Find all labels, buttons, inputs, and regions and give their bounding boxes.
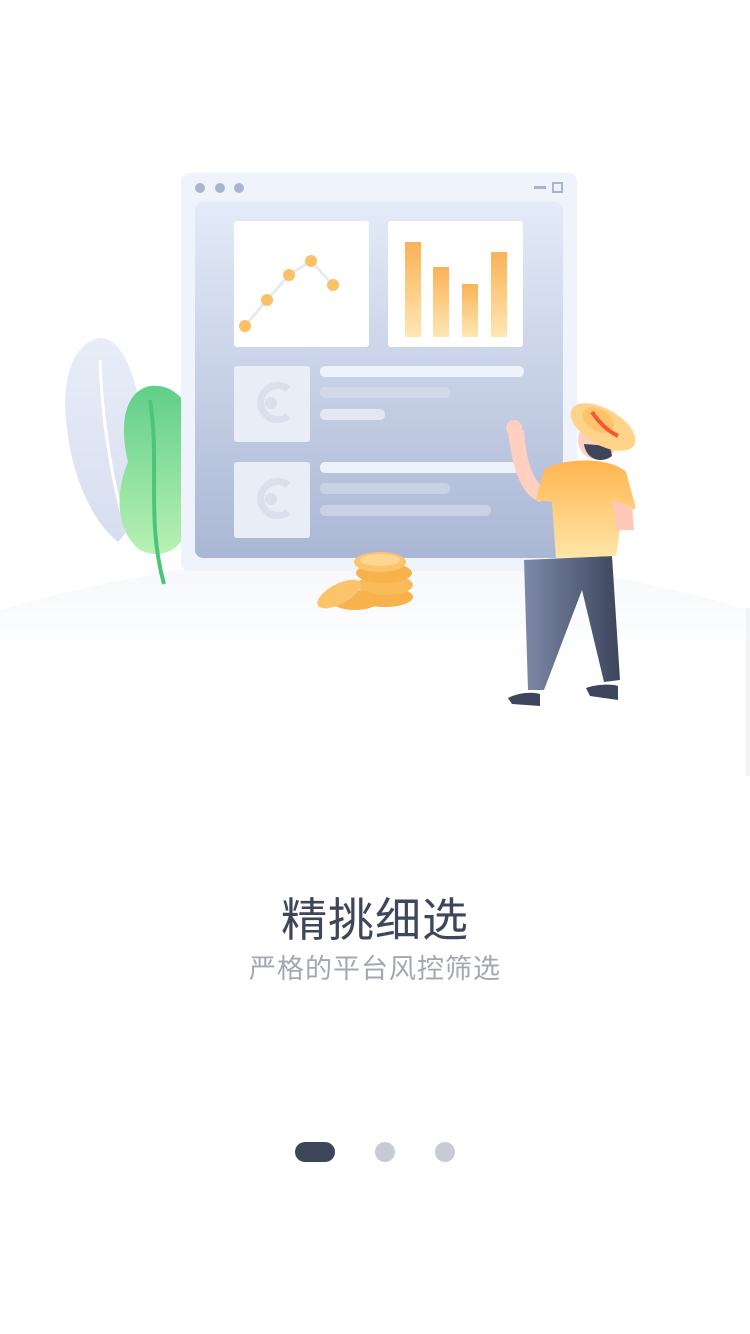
scroll-edge-indicator xyxy=(746,608,750,776)
page-indicator xyxy=(0,1142,750,1162)
onboarding-illustration xyxy=(0,173,750,706)
green-leaf-decoration xyxy=(119,385,190,585)
window-dot-icon xyxy=(215,183,225,193)
minimize-icon xyxy=(534,186,546,189)
bar-chart-card xyxy=(388,221,523,347)
page-dot[interactable] xyxy=(435,1142,455,1162)
line-chart-card xyxy=(234,221,369,347)
page-dot-active[interactable] xyxy=(295,1142,335,1162)
onboarding-title: 精挑细选 xyxy=(281,893,469,947)
page-dot[interactable] xyxy=(375,1142,395,1162)
onboarding-subtitle: 严格的平台风控筛选 xyxy=(249,954,501,985)
window-dot-icon xyxy=(195,183,205,193)
window-dot-icon xyxy=(234,183,244,193)
browser-window xyxy=(181,173,577,571)
